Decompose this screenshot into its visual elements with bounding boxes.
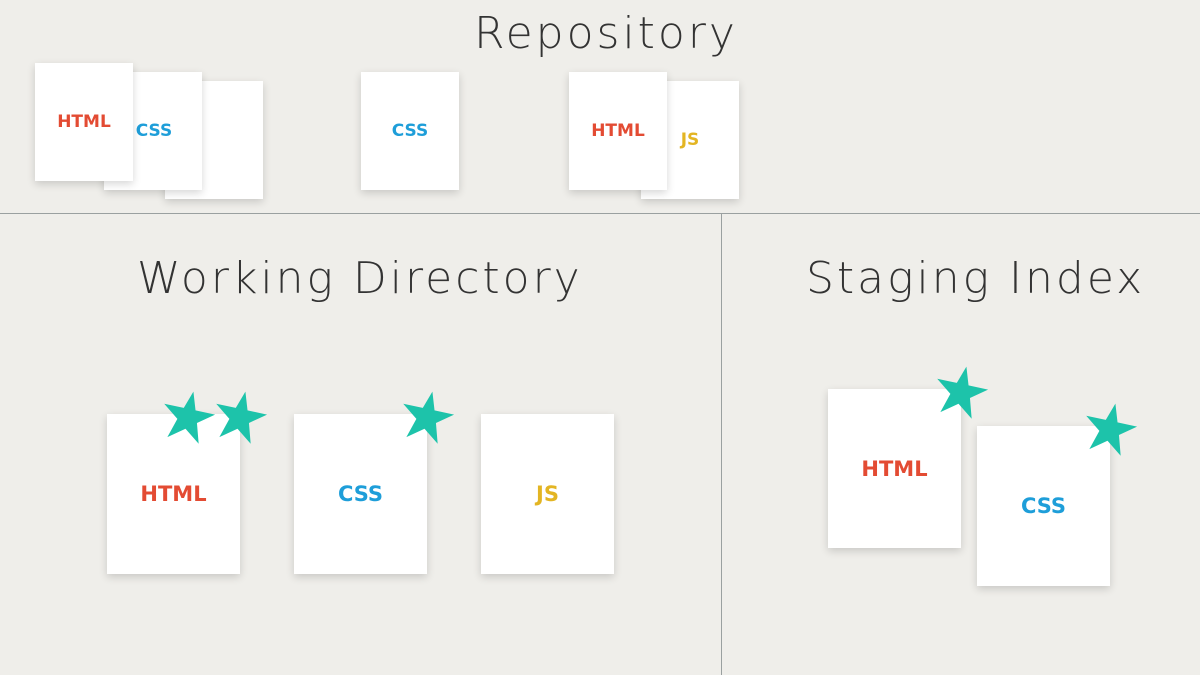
staging-index-title: Staging Index	[806, 253, 1146, 304]
file-label: HTML	[140, 482, 207, 506]
section-divider-horizontal	[0, 213, 1200, 214]
file-label: JS	[680, 130, 700, 150]
file-label: CSS	[135, 121, 173, 141]
file-label: HTML	[861, 456, 928, 481]
file-label: CSS	[391, 121, 429, 141]
file-label: CSS	[1020, 494, 1067, 518]
star-icon	[403, 391, 455, 444]
star-icon	[216, 391, 268, 444]
file-label: JS	[536, 482, 559, 506]
star-icon	[164, 391, 216, 444]
repository-title: Repository	[474, 8, 738, 59]
repo-commit-1-html-file: HTML	[35, 63, 133, 181]
star-icon	[937, 366, 989, 419]
repo-commit-3-html-file: HTML	[569, 72, 667, 190]
file-label: CSS	[337, 482, 384, 506]
repo-commit-2-css-file: CSS	[361, 72, 459, 190]
section-divider-vertical	[721, 213, 722, 675]
file-label: HTML	[591, 121, 645, 141]
star-icon	[1086, 403, 1138, 456]
working-directory-title: Working Directory	[137, 253, 583, 304]
file-label: HTML	[57, 112, 111, 132]
working-js-file: JS	[481, 414, 614, 574]
